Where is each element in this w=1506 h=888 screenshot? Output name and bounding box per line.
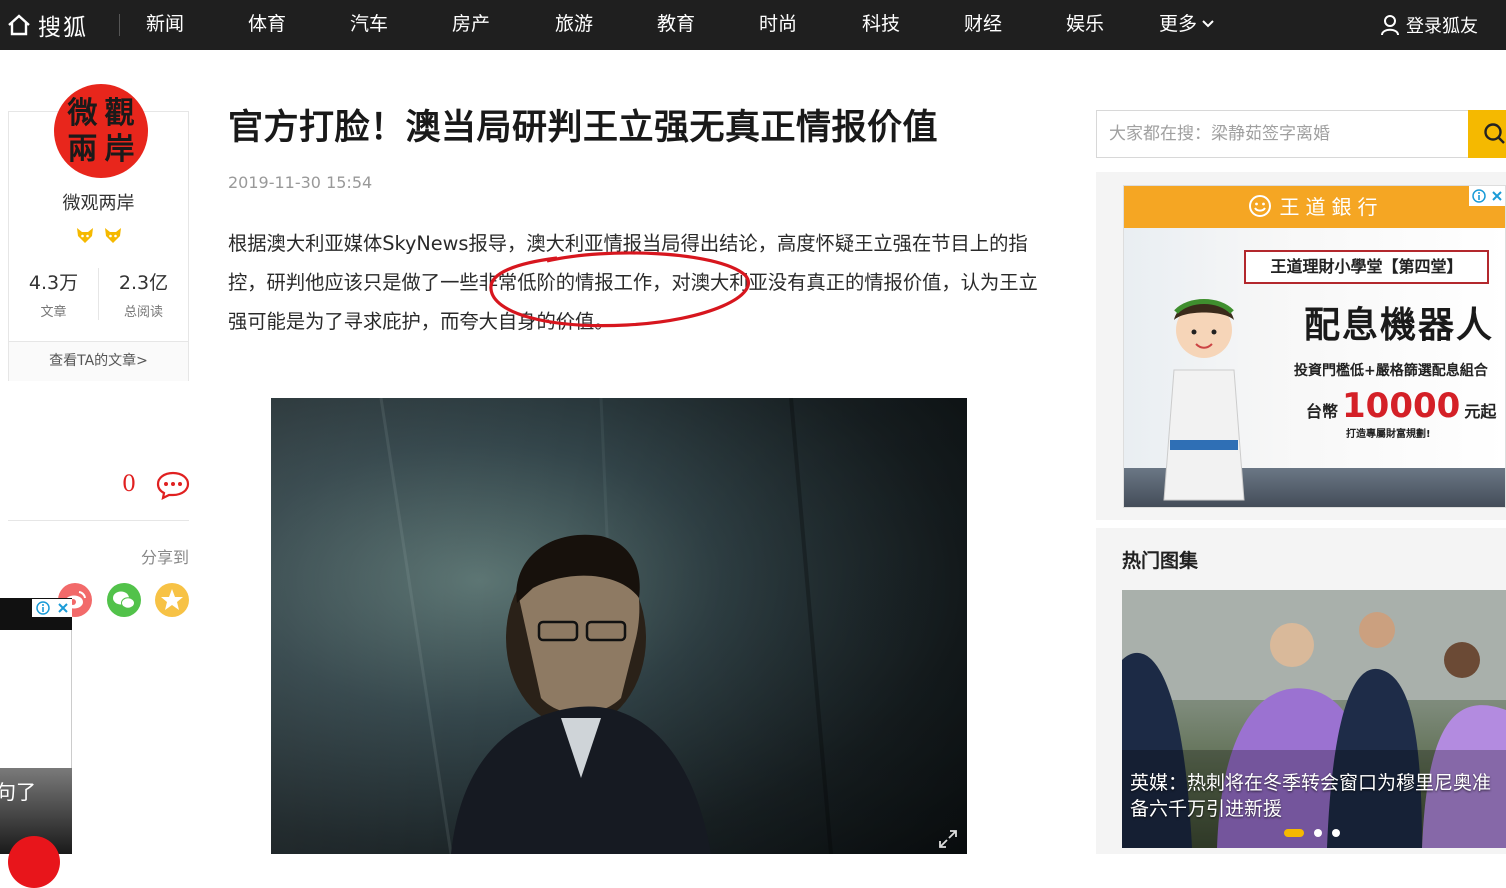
article-title: 官方打脸！澳当局研判王立强无真正情报价值 bbox=[228, 108, 939, 148]
share-label: 分享到 bbox=[140, 548, 189, 567]
nav-item-fashion[interactable]: 时尚 bbox=[759, 12, 797, 36]
stat-articles-count: 4.3万 bbox=[28, 272, 79, 294]
user-icon bbox=[1381, 15, 1399, 36]
fox-badge-icon bbox=[76, 228, 93, 243]
ad-tag: 王道理財小學堂【第四堂】 bbox=[1244, 250, 1489, 284]
red-circle-annotation bbox=[489, 251, 750, 328]
author-name[interactable]: 微观两岸 bbox=[9, 189, 188, 215]
logo-text: 搜狐 bbox=[38, 15, 88, 41]
sohu-logo[interactable]: 搜狐 bbox=[6, 8, 88, 42]
ad-price-value: 10000 bbox=[1342, 386, 1461, 426]
nav-item-education[interactable]: 教育 bbox=[657, 12, 695, 36]
ad-fineprint: 打造專屬財富規劃! bbox=[1346, 429, 1431, 440]
photo-scene bbox=[379, 398, 833, 854]
ad-headline: 配息機器人 bbox=[1304, 305, 1495, 346]
ad-price: 台幣 10000 元起 bbox=[1306, 386, 1496, 426]
article-timestamp: 2019-11-30 15:54 bbox=[228, 173, 373, 192]
close-icon[interactable] bbox=[57, 602, 69, 614]
avatar-char: 觀 bbox=[104, 96, 135, 131]
play-icon[interactable] bbox=[8, 836, 60, 888]
nav-item-realestate[interactable]: 房产 bbox=[452, 12, 490, 36]
share-qzone-button[interactable] bbox=[155, 583, 189, 617]
ad-price-prefix: 台幣 bbox=[1306, 402, 1339, 421]
stat-reads: 2.3亿 总阅读 bbox=[98, 268, 188, 320]
search-input[interactable] bbox=[1109, 121, 1459, 147]
nav-more-label: 更多 bbox=[1159, 13, 1198, 35]
nav-item-sports[interactable]: 体育 bbox=[248, 12, 286, 36]
nav-item-auto[interactable]: 汽车 bbox=[350, 12, 388, 36]
expand-icon[interactable] bbox=[937, 828, 959, 850]
chevron-down-icon bbox=[1202, 20, 1214, 28]
nav-item-finance[interactable]: 财经 bbox=[964, 12, 1002, 36]
ad-header: 王道銀行 bbox=[1124, 186, 1505, 228]
author-card: 微 觀 兩 岸 微观两岸 4.3万 文章 2.3亿 总阅读 查看TA的文章> bbox=[8, 84, 189, 381]
comment-count[interactable]: 0 bbox=[122, 472, 136, 497]
search-icon bbox=[1484, 123, 1505, 144]
top-nav: 搜狐 新闻 体育 汽车 房产 旅游 教育 时尚 科技 财经 娱乐 更多 登录狐友 bbox=[0, 0, 1506, 50]
ad-price-suffix: 元起 bbox=[1464, 402, 1497, 421]
nav-item-entertainment[interactable]: 娱乐 bbox=[1066, 12, 1104, 36]
ad-body: 王道理財小學堂【第四堂】 配息機器人 投資門檻低+嚴格篩選配息組合 台幣 100… bbox=[1124, 228, 1505, 507]
search-box bbox=[1096, 110, 1506, 158]
home-icon bbox=[8, 14, 30, 36]
fox-badge-icon bbox=[104, 228, 121, 243]
nav-more-menu[interactable]: 更多 bbox=[1159, 12, 1215, 36]
gallery-title: 热门图集 bbox=[1122, 550, 1199, 572]
ad-brand: 王道銀行 bbox=[1279, 195, 1384, 219]
avatar-char: 岸 bbox=[104, 132, 135, 167]
gallery-caption: 英媒：热刺将在冬季转会窗口为穆里尼奥准备六千万引进新援 bbox=[1130, 772, 1492, 820]
gallery-photo[interactable]: 英媒：热刺将在冬季转会窗口为穆里尼奥准备六千万引进新援 bbox=[1122, 590, 1506, 848]
author-stats: 4.3万 文章 2.3亿 总阅读 bbox=[9, 268, 188, 320]
login-button[interactable]: 登录狐友 bbox=[1380, 12, 1478, 38]
search-button[interactable] bbox=[1468, 110, 1506, 158]
info-icon[interactable] bbox=[35, 601, 50, 615]
nav-item-travel[interactable]: 旅游 bbox=[555, 12, 593, 36]
stat-reads-label: 总阅读 bbox=[123, 305, 163, 320]
ad-subheadline: 投資門檻低+嚴格篩選配息組合 bbox=[1294, 363, 1488, 379]
avatar-char: 微 bbox=[67, 96, 98, 131]
right-ad-container: 王道銀行 王道理財小學堂【第四堂】 配息機器人 投資門檻低+嚴格篩選配息組合 台… bbox=[1096, 172, 1506, 520]
carousel-dot[interactable] bbox=[1332, 829, 1340, 837]
avatar-char: 兩 bbox=[67, 132, 98, 167]
share-wechat-button[interactable] bbox=[107, 583, 141, 617]
author-badges bbox=[9, 226, 188, 244]
nav-item-news[interactable]: 新闻 bbox=[146, 12, 184, 36]
carousel-dot-active[interactable] bbox=[1284, 829, 1304, 837]
stat-reads-count: 2.3亿 bbox=[118, 272, 169, 294]
wechat-icon bbox=[113, 591, 135, 609]
article-photo[interactable] bbox=[271, 398, 967, 854]
ad-choices[interactable] bbox=[1469, 186, 1505, 206]
close-icon[interactable] bbox=[1491, 190, 1503, 202]
bank-ad[interactable]: 王道銀行 王道理財小學堂【第四堂】 配息機器人 投資門檻低+嚴格篩選配息組合 台… bbox=[1123, 185, 1506, 508]
login-label: 登录狐友 bbox=[1406, 16, 1478, 37]
smile-icon bbox=[1248, 195, 1271, 217]
carousel-dot[interactable] bbox=[1314, 829, 1322, 837]
left-ad-text: 句了 bbox=[0, 780, 36, 804]
author-avatar[interactable]: 微 觀 兩 岸 bbox=[54, 84, 148, 178]
ad-choices[interactable] bbox=[32, 599, 72, 617]
view-author-articles-link[interactable]: 查看TA的文章> bbox=[9, 341, 188, 381]
ad-character-illustration bbox=[1163, 299, 1245, 501]
star-icon bbox=[161, 589, 183, 610]
nav-item-tech[interactable]: 科技 bbox=[862, 12, 900, 36]
carousel-dots bbox=[1284, 829, 1340, 837]
left-divider bbox=[8, 520, 189, 521]
info-icon[interactable] bbox=[1471, 189, 1486, 203]
comment-icon[interactable] bbox=[155, 470, 191, 500]
logo-divider bbox=[119, 14, 120, 36]
left-floating-ad[interactable]: 句了 bbox=[0, 598, 72, 888]
stat-articles: 4.3万 文章 bbox=[9, 268, 98, 320]
stat-articles-label: 文章 bbox=[40, 305, 67, 320]
